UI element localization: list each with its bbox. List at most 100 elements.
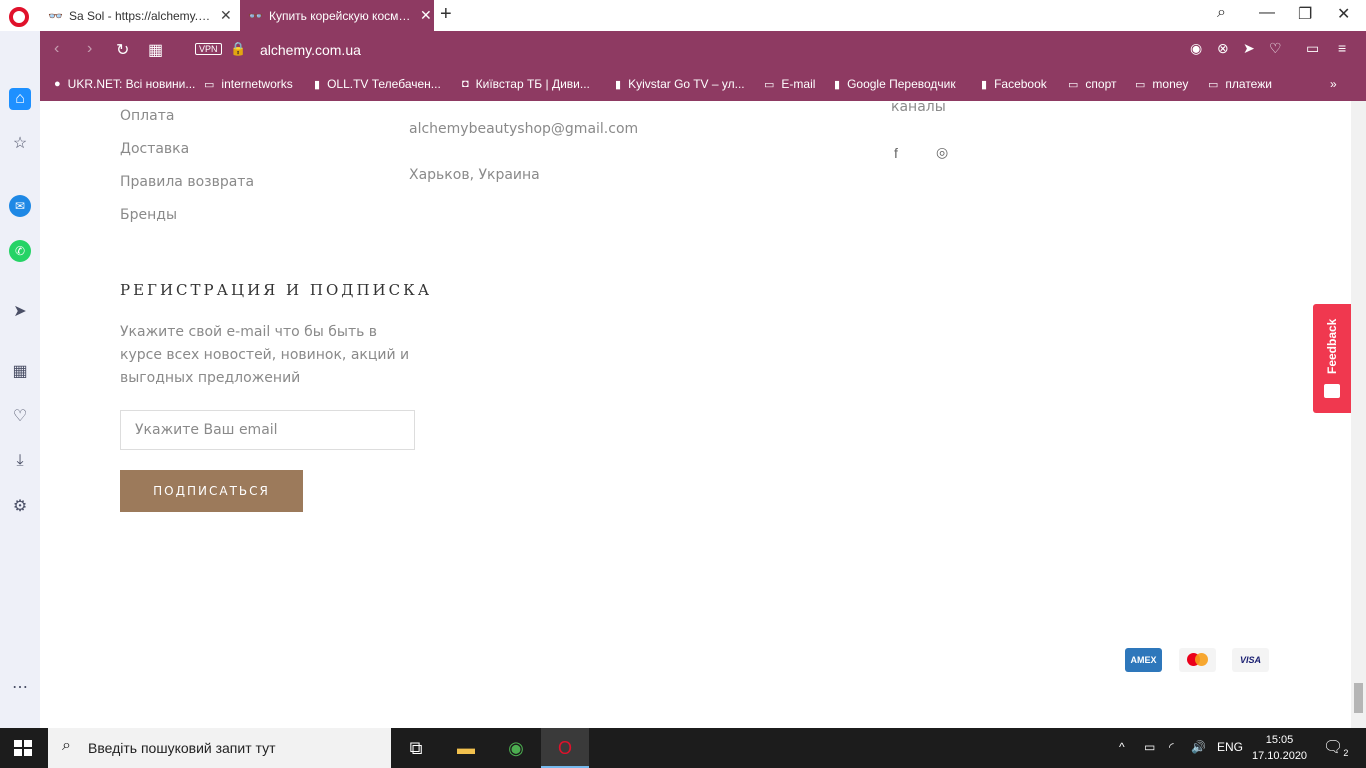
contact-email[interactable]: alchemybeautyshop@gmail.com <box>409 121 638 137</box>
tab-label: Sa Sol - https://alchemy.com.ua <box>68 8 214 23</box>
opera-taskbar-icon[interactable]: O <box>541 728 589 768</box>
page-icon: ▮ <box>981 78 988 91</box>
url-field[interactable]: alchemy.com.ua <box>260 42 361 58</box>
tab-sa-sol[interactable]: 👓 Sa Sol - https://alchemy.com.ua ✕ <box>40 0 240 31</box>
footer-link-delivery[interactable]: Доставка <box>120 141 189 157</box>
notifications-icon[interactable]: 🗨2 <box>1323 737 1348 758</box>
mastercard-icon <box>1179 648 1216 672</box>
incognito-icon: 👓 <box>48 8 63 23</box>
system-clock[interactable]: 15:05 17.10.2020 <box>1252 732 1307 764</box>
new-tab-button[interactable]: + <box>440 3 452 26</box>
settings-gear-icon[interactable]: ⚙ <box>9 496 31 518</box>
channels-label: каналы <box>891 101 946 115</box>
download-icon[interactable]: ⤓ <box>9 450 31 472</box>
search-placeholder: Введіть пошуковий запит тут <box>88 740 276 756</box>
wifi-icon[interactable]: ◜ <box>1169 740 1174 754</box>
restore-button[interactable]: ❐ <box>1298 4 1312 24</box>
bookmark-kyivstar-tb[interactable]: ◘ Київстар ТБ | Диви... <box>462 77 590 91</box>
file-explorer-icon[interactable]: ▬ <box>442 728 490 768</box>
footer-link-brands[interactable]: Бренды <box>120 207 177 223</box>
language-indicator[interactable]: ENG <box>1217 740 1243 754</box>
instagram-icon[interactable]: ◎ <box>936 144 948 161</box>
bookmark-ukrnet[interactable]: ● UKR.NET: Всі новини... <box>54 77 195 91</box>
footer-link-returns[interactable]: Правила возврата <box>120 174 254 190</box>
whatsapp-icon[interactable]: ✆ <box>9 240 31 262</box>
facebook-icon[interactable]: f <box>894 145 898 161</box>
folder-icon: ▭ <box>1135 78 1146 91</box>
tab-label: Купить корейскую косметику <box>268 8 414 23</box>
taskbar-search[interactable]: ⌕ Введіть пошуковий запит тут <box>48 728 391 768</box>
task-view-icon[interactable]: ⧉ <box>392 728 440 768</box>
back-button[interactable]: ‹ <box>54 40 59 58</box>
vpn-badge[interactable]: VPN <box>195 43 222 55</box>
footer-link-payment[interactable]: Оплата <box>120 108 174 124</box>
speed-dial-icon[interactable]: ▦ <box>148 40 163 60</box>
messenger-icon[interactable]: ✉ <box>9 195 31 217</box>
folder-icon: ▭ <box>1068 78 1079 91</box>
folder-icon: ▭ <box>204 78 215 91</box>
bookmark-kyivstar-go[interactable]: ▮ Kyivstar Go TV – ул... <box>615 77 745 91</box>
windows-taskbar: ⌕ Введіть пошуковий запит тут ⧉ ▬ ◉ O ^ … <box>0 728 1366 768</box>
bookmark-facebook[interactable]: ▮ Facebook <box>981 77 1047 91</box>
home-icon[interactable]: ⌂ <box>9 88 31 110</box>
close-window-button[interactable]: ✕ <box>1337 4 1350 24</box>
tab-kupit-kosmetiku[interactable]: 👓 Купить корейскую косметику ✕ <box>240 0 434 31</box>
battery-icon[interactable]: ▭ <box>1144 740 1155 754</box>
extensions-grid-icon[interactable]: ▦ <box>9 361 31 383</box>
send-icon[interactable]: ➤ <box>1243 40 1255 57</box>
menu-icon[interactable]: ≡ <box>1338 40 1346 56</box>
show-hidden-icons[interactable]: ^ <box>1119 740 1125 754</box>
heart-icon[interactable]: ♡ <box>9 406 31 428</box>
adblock-icon[interactable]: ⊗ <box>1217 40 1229 57</box>
feedback-face-icon <box>1324 384 1340 398</box>
more-bookmarks-icon[interactable]: » <box>1330 77 1337 91</box>
bookmark-sport[interactable]: ▭ спорт <box>1068 77 1116 91</box>
bookmark-platezhi[interactable]: ▭ платежи <box>1208 77 1272 91</box>
close-tab-icon[interactable]: ✕ <box>420 7 432 24</box>
scrollbar-thumb[interactable] <box>1354 683 1363 713</box>
star-icon[interactable]: ☆ <box>9 133 31 155</box>
subscribe-description: Укажите свой e-mail что бы быть в курсе … <box>120 324 410 386</box>
page-icon: ▮ <box>834 78 841 91</box>
page-icon: ▮ <box>615 78 622 91</box>
bookmarks-bar: ● UKR.NET: Всі новини... ▭ internetworks ▮… <box>40 69 1366 101</box>
amex-icon: AMEX <box>1125 648 1162 672</box>
heart-icon[interactable]: ♡ <box>1269 40 1282 57</box>
windows-start-icon[interactable] <box>14 740 32 756</box>
incognito-icon: 👓 <box>248 8 263 23</box>
ukrnet-icon: ● <box>54 78 61 90</box>
folder-icon: ▭ <box>764 78 775 91</box>
battery-icon[interactable]: ▭ <box>1306 40 1319 57</box>
search-tabs-icon[interactable]: ⌕ <box>1217 4 1226 22</box>
subscribe-button[interactable]: ПОДПИСАТЬСЯ <box>120 470 303 512</box>
visa-icon: VISA <box>1232 648 1269 672</box>
flow-send-icon[interactable]: ➤ <box>9 301 31 323</box>
subscribe-heading: РЕГИСТРАЦИЯ И ПОДПИСКА <box>120 281 433 299</box>
bookmark-money[interactable]: ▭ money <box>1135 77 1188 91</box>
close-tab-icon[interactable]: ✕ <box>220 7 232 24</box>
page-scrollbar[interactable] <box>1351 101 1366 728</box>
feedback-button[interactable]: Feedback <box>1313 304 1351 413</box>
forward-button[interactable]: › <box>87 40 92 58</box>
kyivstar-icon: ◘ <box>462 78 469 90</box>
feedback-label: Feedback <box>1325 318 1339 374</box>
opera-logo-icon[interactable] <box>9 7 29 27</box>
reload-button[interactable]: ↻ <box>116 40 129 60</box>
bookmark-google-translate[interactable]: ▮ Google Переводчик <box>834 77 956 91</box>
minimize-button[interactable]: — <box>1259 4 1275 22</box>
bookmark-internetworks[interactable]: ▭ internetworks <box>204 77 293 91</box>
camera-icon[interactable]: ◉ <box>1190 40 1202 57</box>
search-icon: ⌕ <box>62 737 71 754</box>
bookmark-email[interactable]: ▭ E-mail <box>764 77 815 91</box>
lock-icon[interactable]: 🔒 <box>230 41 246 57</box>
folder-icon: ▭ <box>1208 78 1219 91</box>
email-input[interactable] <box>120 410 415 450</box>
volume-icon[interactable]: 🔊 <box>1191 740 1206 754</box>
browser-title-bar: 👓 Sa Sol - https://alchemy.com.ua ✕ 👓 Ку… <box>0 0 1366 31</box>
bookmark-olltv[interactable]: ▮ OLL.TV Телебачен... <box>314 77 441 91</box>
more-icon[interactable]: ⋯ <box>9 677 31 699</box>
address-bar: ‹ › ↻ ▦ VPN 🔒 alchemy.com.ua ◉ ⊗ ➤ ♡ ▭ ≡ <box>40 31 1366 69</box>
page-icon: ▮ <box>314 78 321 91</box>
page-footer: Оплата Доставка Правила возврата Бренды … <box>40 101 1351 728</box>
chrome-icon[interactable]: ◉ <box>492 728 540 768</box>
